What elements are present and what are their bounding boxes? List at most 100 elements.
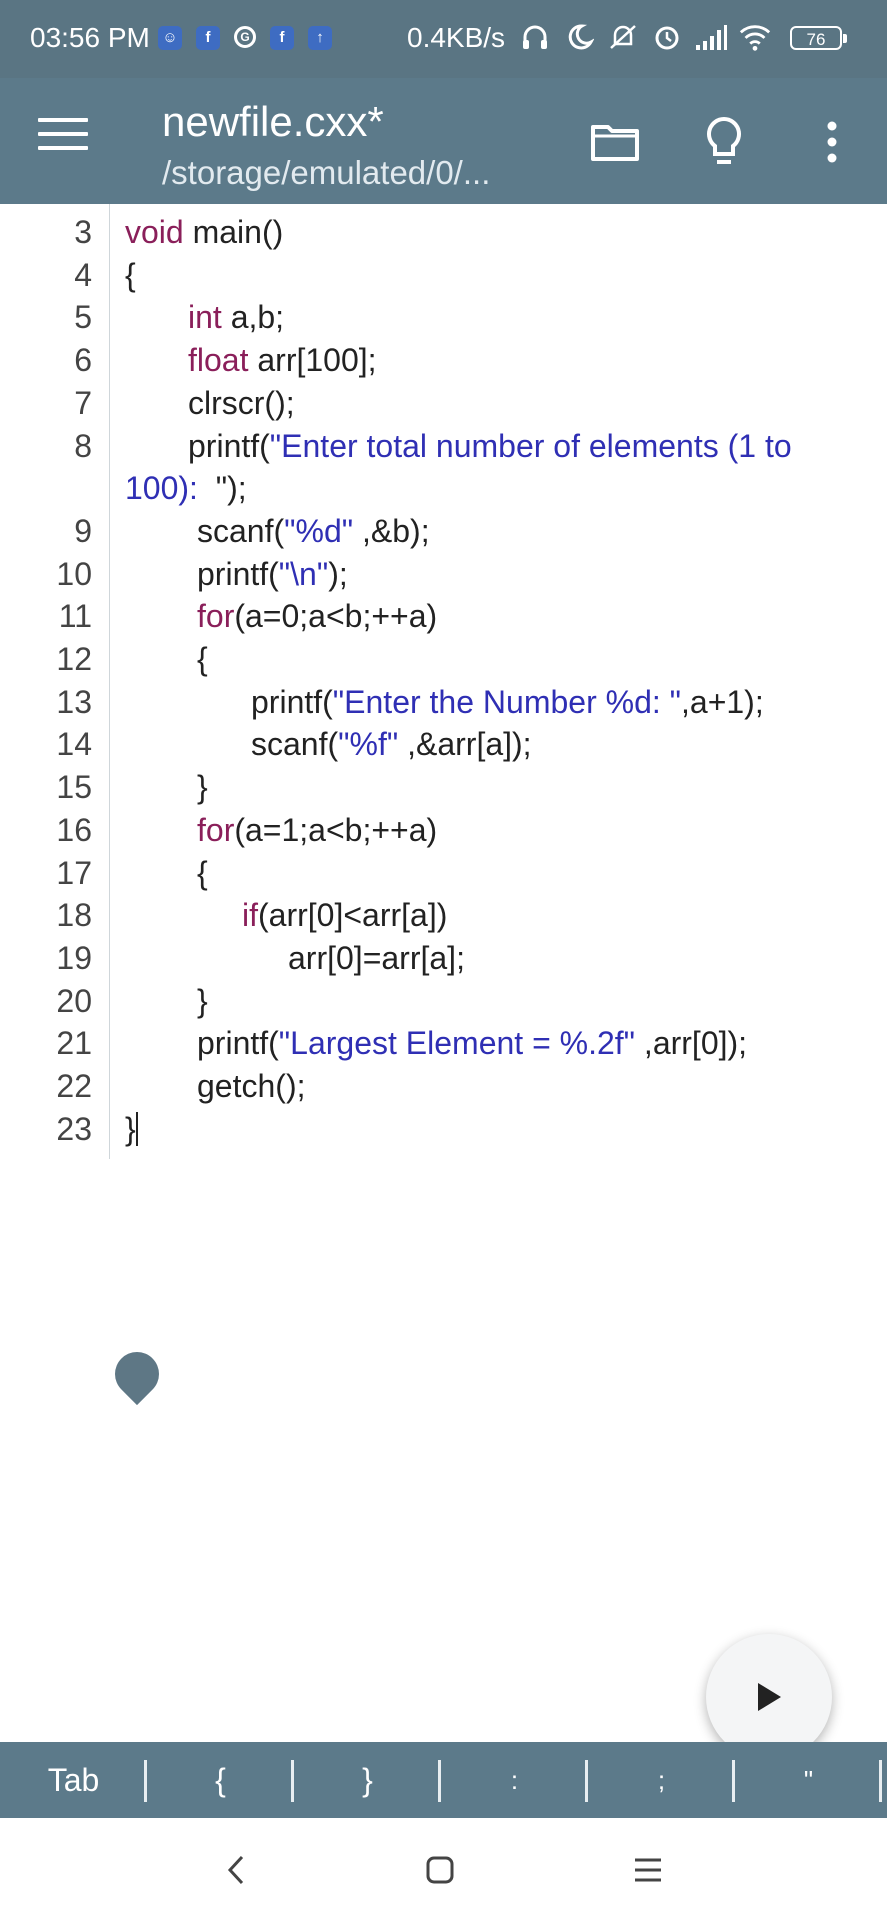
code-string: "%f" — [338, 726, 399, 763]
line-number: 4 — [74, 256, 92, 293]
code-text: for(a=0;a<b;++a) — [197, 596, 437, 636]
code-token: (a=1;a<b;++a) — [234, 811, 438, 848]
line-number: 19 — [56, 939, 92, 976]
facebook-icon: f — [196, 26, 220, 50]
google-icon: G — [234, 26, 256, 48]
code-text: scanf("%f" ,&arr[a]); — [251, 724, 532, 764]
gutter-divider — [109, 204, 110, 1159]
status-bar: 03:56 PM ☺ f G f ↑ 0.4KB/s 76 — [0, 0, 887, 78]
facebook-icon: f — [270, 26, 294, 50]
symbol-key-colon[interactable]: : — [441, 1742, 588, 1818]
lightbulb-icon[interactable] — [698, 116, 750, 168]
symbol-key-quote[interactable]: " — [735, 1742, 882, 1818]
line-number: 8 — [74, 427, 92, 464]
code-text: 100): "); — [125, 468, 247, 508]
code-token: (arr[0]<arr[a]) — [258, 897, 448, 934]
code-token: { — [197, 854, 208, 891]
menu-icon[interactable] — [38, 118, 88, 162]
code-text: } — [197, 767, 208, 807]
code-token: arr[0]=arr[a]; — [288, 939, 465, 976]
code-token: ); — [328, 555, 348, 592]
code-string: "\n" — [278, 555, 329, 592]
code-text: printf("Enter the Number %d: ",a+1); — [251, 682, 764, 722]
recents-icon[interactable] — [626, 1848, 670, 1892]
code-token: scanf( — [197, 512, 285, 549]
alarm-icon — [650, 20, 684, 54]
line-number: 9 — [74, 512, 92, 549]
code-keyword: float — [188, 342, 249, 379]
line-number: 14 — [56, 726, 92, 763]
code-text: } — [197, 981, 208, 1021]
notification-icons: ☺ f G f ↑ — [158, 26, 332, 50]
code-token: } — [197, 769, 208, 806]
symbol-key-close-brace[interactable]: } — [294, 1742, 441, 1818]
code-token: arr[100]; — [248, 342, 377, 379]
signal-icon — [694, 20, 728, 54]
code-editor[interactable]: 3 void main() 4 {5 int a,b; 6 float arr[100]; 7… — [0, 204, 887, 1744]
text-selection-handle[interactable] — [105, 1342, 169, 1406]
code-keyword: for — [197, 598, 235, 635]
code-token: printf( — [251, 683, 333, 720]
code-text: float arr[100]; — [188, 340, 377, 380]
code-token: printf( — [197, 1025, 279, 1062]
code-keyword: int — [188, 299, 222, 336]
mute-icon — [606, 20, 640, 54]
code-text: { — [125, 255, 136, 295]
more-vertical-icon[interactable] — [806, 116, 858, 168]
code-text: clrscr(); — [188, 383, 295, 423]
text-cursor — [135, 1111, 138, 1146]
symbol-key-open-brace[interactable]: { — [147, 1742, 294, 1818]
code-keyword: if — [242, 897, 258, 934]
code-string: "%d" — [284, 512, 354, 549]
file-path: /storage/emulated/0/... — [162, 154, 491, 191]
line-number: 20 — [56, 982, 92, 1019]
code-token: { — [125, 256, 136, 293]
code-token: { — [197, 641, 208, 677]
line-number: 5 — [74, 299, 92, 336]
code-string: "Largest Element = %.2f" — [278, 1025, 636, 1062]
code-text: if(arr[0]<arr[a]) — [242, 895, 447, 935]
battery-icon: 76 — [790, 26, 847, 50]
line-number: 18 — [56, 897, 92, 934]
code-token: "); — [206, 470, 247, 507]
back-icon[interactable] — [214, 1848, 258, 1892]
code-token: printf( — [197, 555, 279, 592]
discord-icon: ☺ — [158, 26, 182, 50]
code-token: main() — [183, 214, 284, 250]
symbol-key-semicolon[interactable]: ; — [588, 1742, 735, 1818]
line-number: 21 — [56, 1025, 92, 1062]
play-icon — [758, 1683, 781, 1711]
code-text: } — [125, 1109, 138, 1149]
upload-icon: ↑ — [308, 26, 332, 50]
symbol-key-tab[interactable]: Tab — [0, 1742, 147, 1818]
code-text: getch(); — [197, 1066, 305, 1106]
code-token: ,&b); — [353, 512, 430, 549]
line-number: 23 — [56, 1110, 92, 1147]
home-icon[interactable] — [418, 1848, 462, 1892]
code-string: "Enter total number of elements (1 to — [269, 427, 792, 464]
symbol-bar: Tab { } : ; " — [0, 1742, 887, 1818]
code-text: for(a=1;a<b;++a) — [197, 810, 437, 850]
line-number: 3 — [74, 214, 92, 250]
line-number: 17 — [56, 854, 92, 891]
code-text: { — [197, 639, 208, 679]
code-keyword: for — [197, 811, 235, 848]
code-text: int a,b; — [188, 297, 284, 337]
line-number: 22 — [56, 1068, 92, 1104]
network-speed: 0.4KB/s — [407, 22, 506, 53]
line-number: 12 — [56, 641, 92, 677]
line-number: 13 — [56, 683, 92, 720]
code-token: scanf( — [251, 726, 339, 763]
code-token: clrscr(); — [188, 384, 295, 421]
code-string: "Enter the Number %d: " — [332, 683, 681, 720]
code-text: void main() — [125, 212, 283, 252]
folder-icon[interactable] — [589, 116, 641, 168]
code-token: ,arr[0]); — [635, 1025, 748, 1062]
code-keyword: void — [125, 214, 184, 250]
code-token: ,&arr[a]); — [398, 726, 532, 763]
code-token: } — [197, 982, 208, 1019]
code-token: a,b; — [221, 299, 285, 336]
wifi-icon — [738, 20, 772, 54]
code-text: printf("\n"); — [197, 554, 348, 594]
code-token: } — [125, 1110, 136, 1147]
